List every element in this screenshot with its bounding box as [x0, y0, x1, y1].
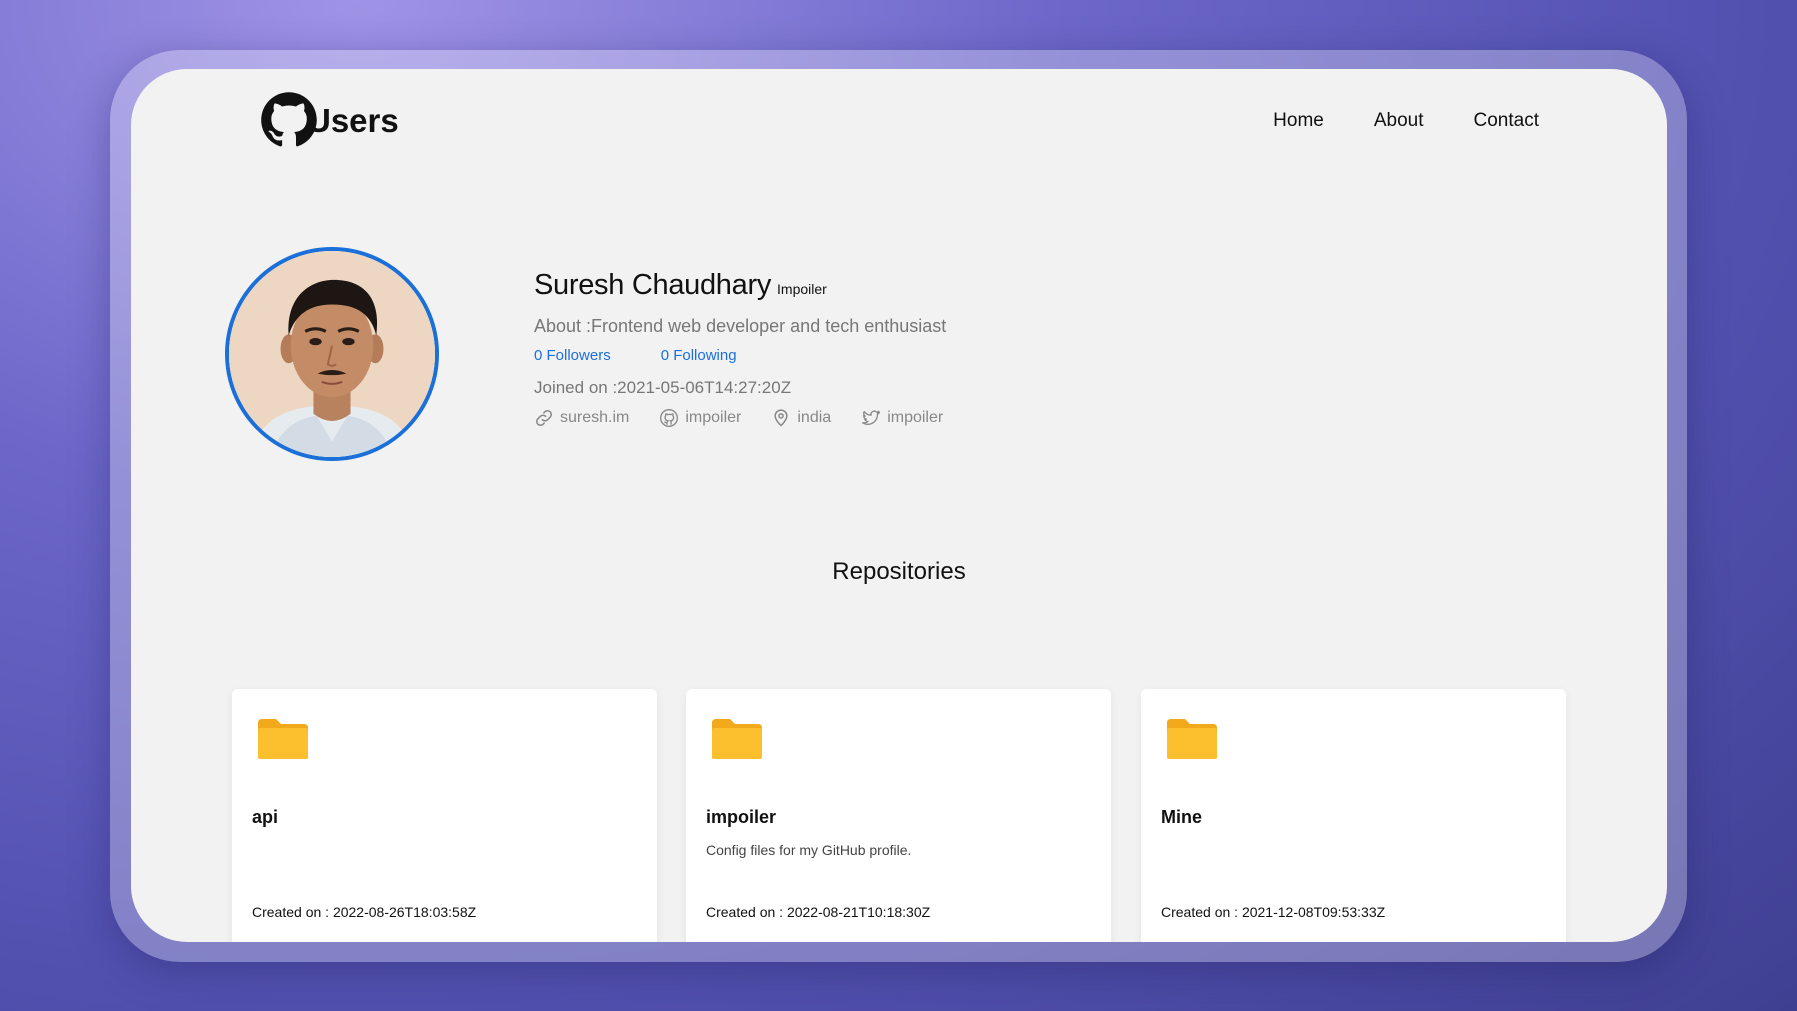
- repo-card-impoiler[interactable]: impoiler Config files for my GitHub prof…: [686, 689, 1111, 942]
- user-name: Suresh Chaudhary: [534, 269, 772, 301]
- repo-name: Mine: [1161, 807, 1203, 827]
- location-text: india: [797, 409, 832, 426]
- profile-links: suresh.im impoiler india impoiler: [534, 408, 946, 428]
- user-login: Impoiler: [777, 281, 827, 297]
- repo-card-api[interactable]: api Created on : 2022-08-26T18:03:58Z: [232, 689, 657, 942]
- github-icon: [660, 409, 679, 427]
- name-row: Suresh Chaudhary Impoiler: [534, 269, 946, 302]
- website-text: suresh.im: [560, 409, 630, 426]
- repo-name: api: [252, 807, 279, 827]
- nav-contact[interactable]: Contact: [1474, 110, 1539, 132]
- avatar: [225, 247, 439, 461]
- repo-card-mine[interactable]: Mine Created on : 2021-12-08T09:53:33Z: [1141, 689, 1566, 942]
- twitter-link[interactable]: impoiler: [861, 408, 943, 428]
- follow-stats: 0 Followers 0 Following: [534, 347, 946, 364]
- nav-home[interactable]: Home: [1273, 110, 1324, 132]
- followers-link[interactable]: 0 Followers: [534, 347, 611, 364]
- repo-name: impoiler: [706, 807, 777, 827]
- repo-created: Created on : 2022-08-21T10:18:30Z: [706, 904, 931, 920]
- twitter-text: impoiler: [887, 409, 944, 426]
- link-icon: [535, 409, 553, 427]
- user-about: About :Frontend web developer and tech e…: [534, 316, 947, 336]
- profile-info: Suresh Chaudhary Impoiler About :Fronten…: [534, 269, 946, 428]
- repo-description: Config files for my GitHub profile.: [706, 842, 912, 858]
- logo-text: Users: [307, 102, 399, 139]
- folder-icon: [1167, 719, 1217, 759]
- avatar-portrait: [229, 251, 435, 457]
- main-nav: Home About Contact: [1273, 110, 1539, 132]
- joined-date: Joined on :2021-05-06T14:27:20Z: [534, 378, 792, 397]
- folder-icon: [258, 719, 308, 759]
- github-text: impoiler: [685, 409, 742, 426]
- location-pin-icon: [774, 409, 788, 427]
- repositories-heading: Repositories: [832, 558, 966, 585]
- repo-created: Created on : 2022-08-26T18:03:58Z: [252, 904, 477, 920]
- repo-created: Created on : 2021-12-08T09:53:33Z: [1161, 904, 1386, 920]
- app-window: Users Home About Contact Suresh Chaudhar…: [131, 69, 1667, 942]
- location-link[interactable]: india: [771, 408, 831, 428]
- site-logo[interactable]: Users: [259, 91, 399, 149]
- folder-icon: [712, 719, 762, 759]
- nav-about[interactable]: About: [1374, 110, 1424, 132]
- following-link[interactable]: 0 Following: [661, 347, 737, 364]
- twitter-icon: [862, 410, 881, 426]
- website-link[interactable]: suresh.im: [534, 408, 629, 428]
- github-link[interactable]: impoiler: [659, 408, 741, 428]
